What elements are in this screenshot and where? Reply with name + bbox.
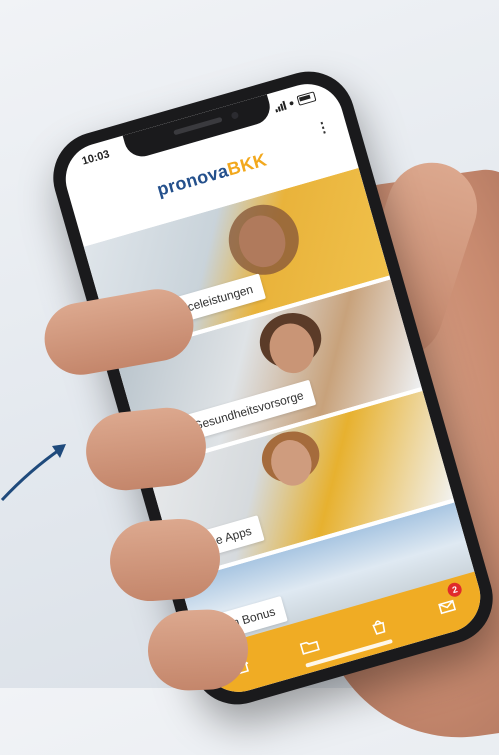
photo-scene: 10:03 ● pronovaBKK ⋮ Meine Serviceleistu… [0,0,499,755]
speaker-grill [173,116,223,136]
wifi-icon: ● [287,97,296,109]
vertical-dots-icon[interactable]: ⋮ [314,117,332,136]
smartphone: 10:03 ● pronovaBKK ⋮ Meine Serviceleistu… [42,60,499,716]
tab-mailbox[interactable]: 2 [429,581,466,625]
arrow-icon [0,444,66,502]
hand-finger [146,608,250,692]
battery-icon [296,91,317,106]
camera-icon [230,111,240,120]
bag-icon [372,620,386,635]
status-time: 10:03 [80,148,111,168]
logo-text-pronova: pronova [154,160,231,200]
mail-icon [438,599,457,615]
folder-icon [299,640,321,655]
logo-text-bkk: BKK [225,149,269,180]
signal-icon [273,100,287,113]
status-icons: ● [273,91,317,113]
